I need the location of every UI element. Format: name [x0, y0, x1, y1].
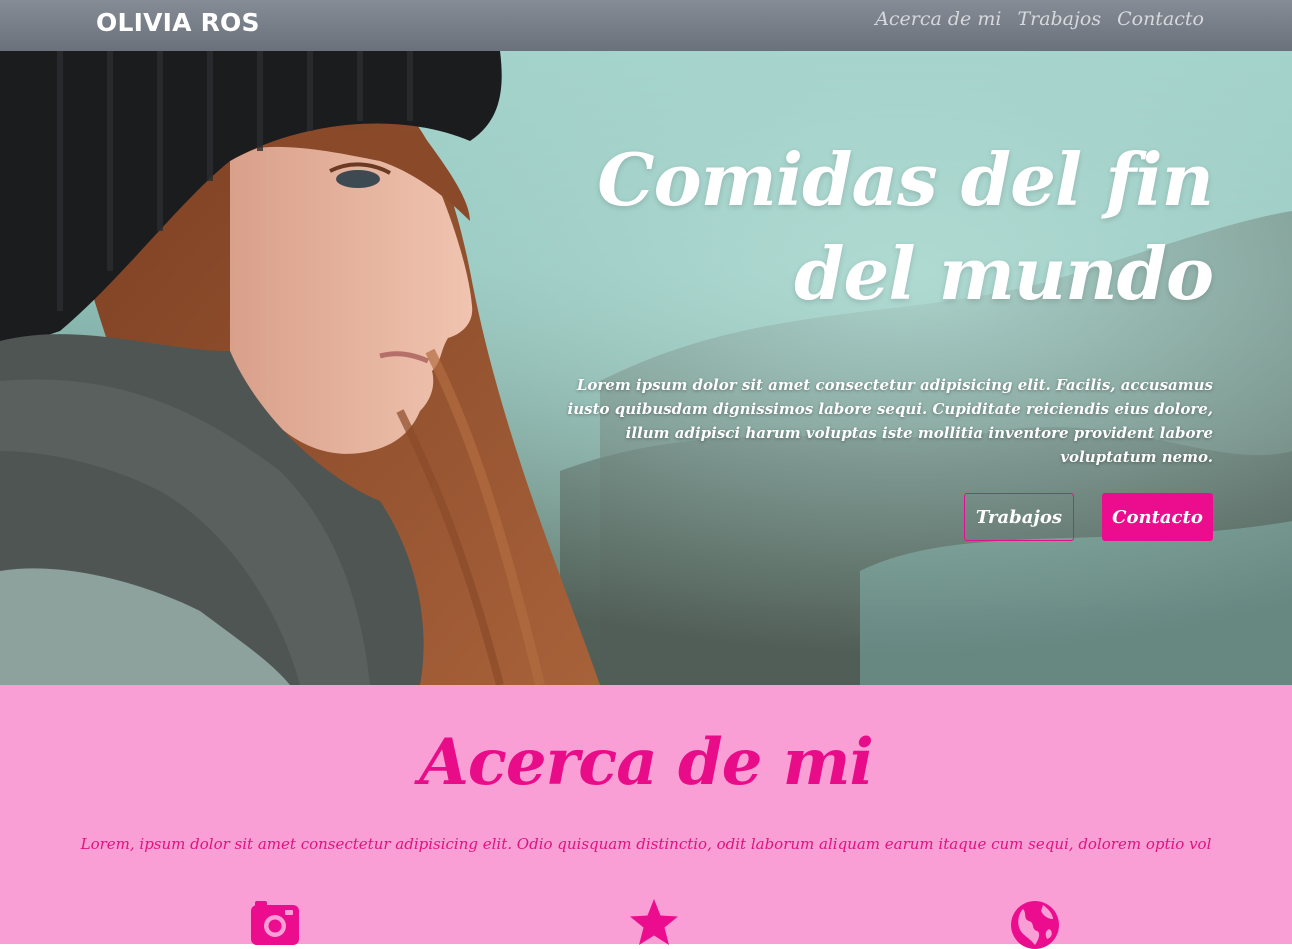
globe-icon	[1011, 901, 1059, 949]
brand-logo[interactable]: OLIVIA ROS	[96, 8, 260, 37]
about-title: Acerca de mi	[419, 725, 874, 800]
hero-description: Lorem ipsum dolor sit amet consectetur a…	[567, 376, 1213, 466]
hero-title-line1: Comidas del fin	[597, 137, 1214, 222]
nav-links: Acerca de mi Trabajos Contacto	[875, 8, 1204, 30]
about-text: Lorem, ipsum dolor sit amet consectetur …	[80, 835, 1212, 853]
hero-heading-block: Comidas del fin del mundo	[593, 133, 1214, 321]
contacto-button[interactable]: Contacto	[1102, 493, 1213, 541]
hero-title-line2: del mundo	[794, 231, 1214, 316]
about-section: Acerca de mi Lorem, ipsum dolor sit amet…	[0, 685, 1292, 949]
hero-section: Comidas del fin del mundo Lorem ipsum do…	[0, 51, 1292, 685]
camera-icon	[251, 901, 299, 945]
nav-link-acerca[interactable]: Acerca de mi	[875, 8, 1001, 30]
star-icon	[630, 899, 678, 945]
nav-link-contacto[interactable]: Contacto	[1117, 8, 1204, 30]
trabajos-button[interactable]: Trabajos	[964, 493, 1074, 541]
navbar: OLIVIA ROS Acerca de mi Trabajos Contact…	[0, 0, 1292, 51]
hero-title: Comidas del fin del mundo	[593, 133, 1214, 321]
nav-link-trabajos[interactable]: Trabajos	[1017, 8, 1101, 30]
